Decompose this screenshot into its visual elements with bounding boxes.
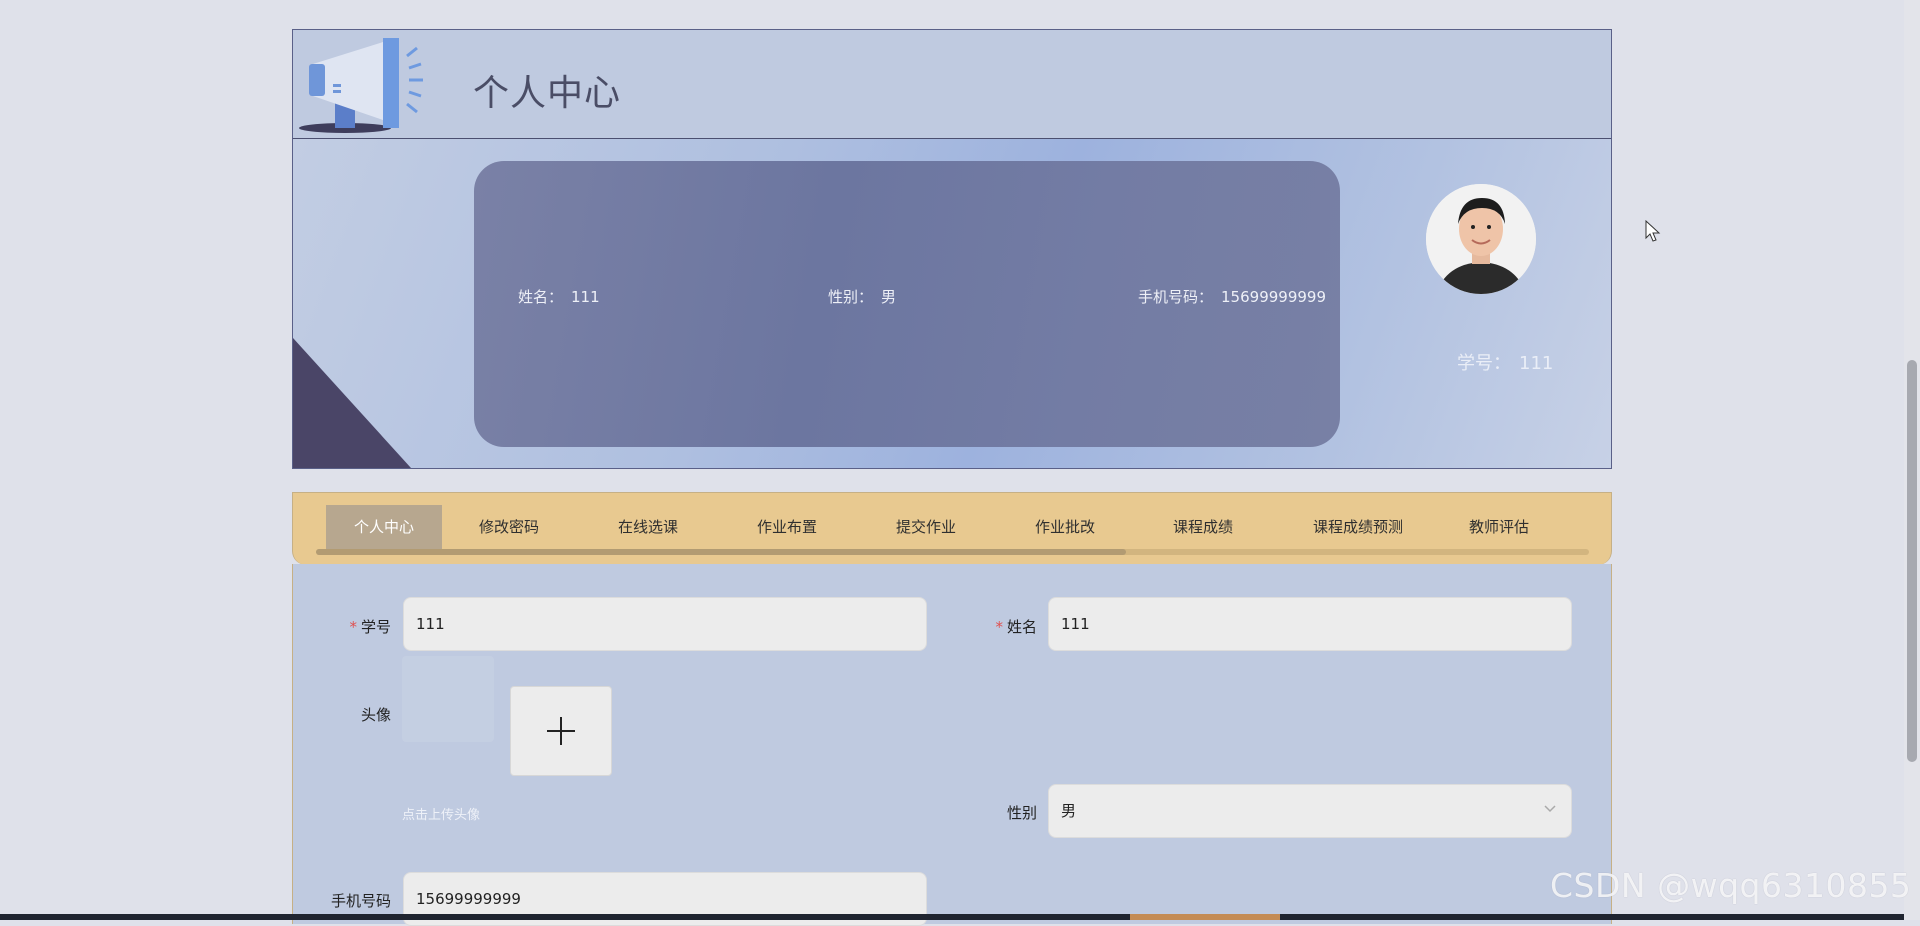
profile-gender: 性别： 男 [828, 286, 896, 307]
page-scrollbar-thumb[interactable] [1907, 360, 1917, 762]
tab-grade-assignment[interactable]: 作业批改 [1007, 505, 1123, 549]
phone-label: 手机号码 [330, 892, 391, 910]
profile-student-id-value: 111 [1519, 353, 1554, 374]
student-id-input[interactable] [403, 597, 927, 651]
bottom-strip [0, 914, 1904, 920]
profile-gender-label: 性别： [828, 288, 874, 306]
avatar-upload-button[interactable] [510, 686, 612, 776]
page-title: 个人中心 [473, 73, 622, 114]
profile-phone-label: 手机号码： [1138, 288, 1214, 306]
megaphone-icon [299, 38, 423, 133]
plus-icon [547, 717, 575, 745]
watermark: CSDN @wqq6310855 [1550, 866, 1912, 905]
profile-name: 姓名： 111 [518, 286, 600, 307]
decorative-corner [293, 338, 411, 468]
profile-card: 姓名： 111 性别： 男 手机号码： 15699999999 学号： 111 [292, 139, 1612, 469]
gender-label: 性别 [1006, 804, 1037, 822]
tab-scrollbar-thumb[interactable] [316, 549, 1126, 555]
avatar-portrait-icon [1426, 184, 1536, 294]
name-label: * 姓名 [995, 618, 1037, 636]
bottom-accent [1130, 914, 1280, 920]
page-header: 个人中心 [292, 29, 1612, 140]
profile-phone: 手机号码： 15699999999 [1138, 286, 1326, 307]
required-mark: * [349, 618, 357, 636]
profile-gender-value: 男 [881, 288, 897, 306]
tab-personal-center[interactable]: 个人中心 [326, 505, 442, 549]
tab-submit-assignment[interactable]: 提交作业 [868, 505, 984, 549]
tab-assignment-publish[interactable]: 作业布置 [729, 505, 845, 549]
avatar [1426, 184, 1536, 294]
profile-name-label: 姓名： [518, 288, 564, 306]
tab-teacher-evaluation[interactable]: 教师评估 [1441, 505, 1557, 549]
profile-name-value: 111 [571, 288, 600, 306]
tab-bar: 个人中心 修改密码 在线选课 作业布置 提交作业 作业批改 课程成绩 课程成绩预… [292, 492, 1612, 565]
avatar-upload-hint: 点击上传头像 [402, 808, 481, 823]
tab-course-scores[interactable]: 课程成绩 [1145, 505, 1261, 549]
tab-score-prediction[interactable]: 课程成绩预测 [1293, 505, 1423, 549]
name-input[interactable] [1048, 597, 1572, 651]
gender-selected-value: 男 [1061, 802, 1077, 820]
tab-change-password[interactable]: 修改密码 [451, 505, 567, 549]
profile-student-id-label: 学号： [1457, 353, 1511, 374]
profile-student-id: 学号： 111 [1457, 349, 1553, 375]
tab-course-selection[interactable]: 在线选课 [590, 505, 706, 549]
chevron-down-icon [1544, 805, 1556, 813]
gender-select[interactable]: 男 [1048, 784, 1572, 838]
avatar-label: 头像 [360, 706, 391, 724]
profile-phone-value: 15699999999 [1221, 288, 1326, 306]
profile-form: *学号 *姓名 头像 点击上传头像 性别 男 手机号码 [292, 564, 1612, 926]
profile-info-box: 姓名： 111 性别： 男 手机号码： 15699999999 [474, 161, 1340, 447]
required-mark: * [995, 618, 1003, 636]
mouse-cursor-icon [1645, 220, 1661, 242]
student-id-label: * 学号 [349, 618, 391, 636]
avatar-preview [402, 656, 494, 742]
